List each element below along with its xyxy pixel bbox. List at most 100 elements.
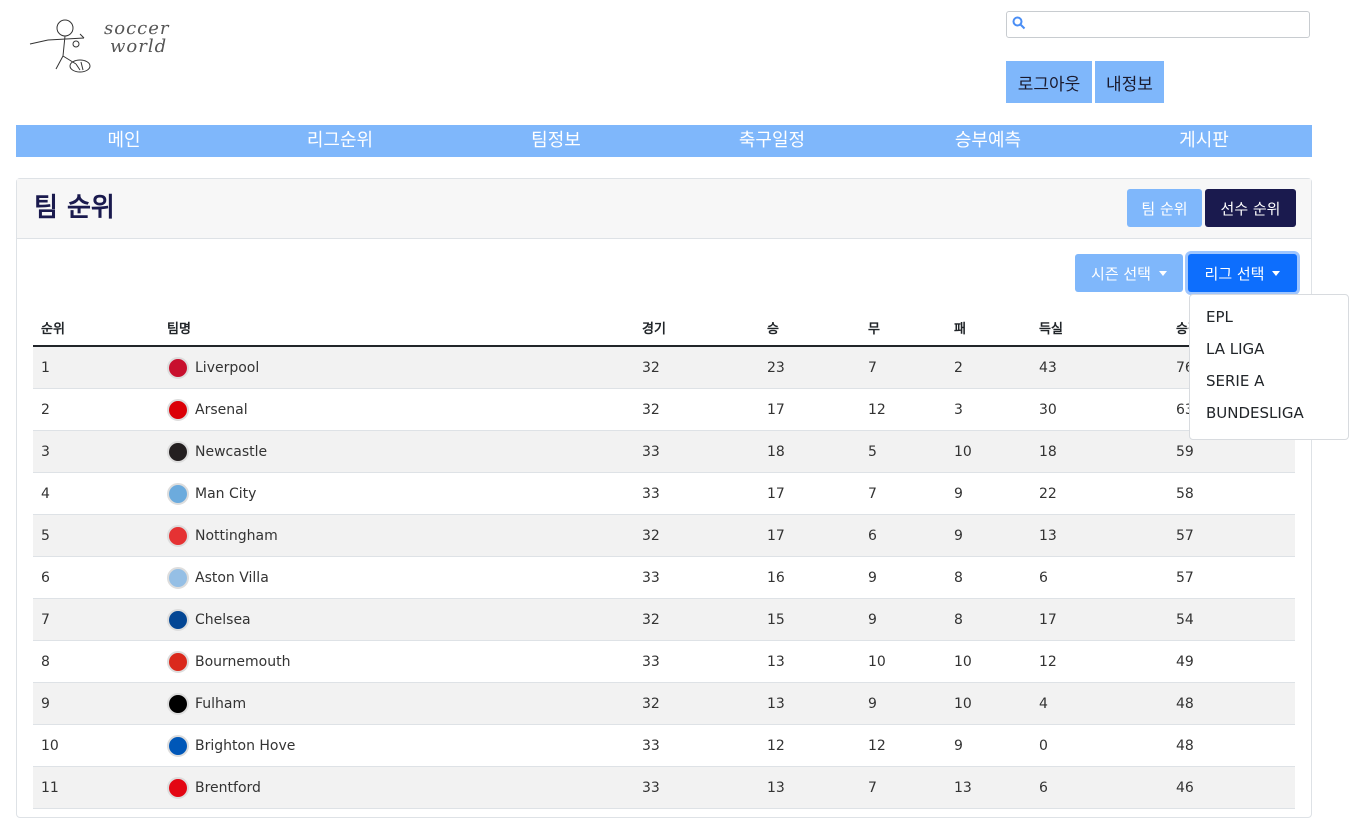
team-crest-icon (167, 482, 189, 505)
ranking-card: 팀 순위 팀 순위 선수 순위 시즌 선택 리그 선택 순위 팀명 경기 승 무… (16, 178, 1312, 818)
team-name[interactable]: Fulham (195, 696, 246, 712)
cell-lost: 2 (946, 346, 1031, 389)
team-name[interactable]: Chelsea (195, 612, 251, 628)
cell-played: 33 (634, 724, 759, 767)
table-row[interactable]: 8 Bournemouth 33 13 10 10 12 49 (33, 640, 1295, 683)
table-row[interactable]: 10 Brighton Hove 33 12 12 9 0 48 (33, 724, 1295, 767)
team-crest-icon (167, 650, 189, 673)
cell-played: 33 (634, 430, 759, 473)
cell-pts: 48 (1168, 682, 1295, 725)
cell-gd: 0 (1031, 724, 1168, 767)
cell-pts: 57 (1168, 556, 1295, 599)
table-row[interactable]: 6 Aston Villa 33 16 9 8 6 57 (33, 556, 1295, 599)
search-input[interactable] (1029, 14, 1303, 36)
nav-item-schedule[interactable]: 축구일정 (664, 125, 880, 157)
cell-gd: 18 (1031, 430, 1168, 473)
league-select-dropdown[interactable]: 리그 선택 (1188, 254, 1297, 292)
team-crest-icon (167, 608, 189, 631)
team-name[interactable]: Arsenal (195, 402, 248, 418)
cell-drawn: 9 (860, 598, 946, 641)
league-option-bundesliga[interactable]: BUNDESLIGA (1190, 397, 1348, 429)
table-row[interactable]: 11 Brentford 33 13 7 13 6 46 (33, 766, 1295, 809)
table-header-row: 순위 팀명 경기 승 무 패 득실 승점 (33, 309, 1295, 347)
cell-gd: 17 (1031, 598, 1168, 641)
team-cell: Fulham (159, 682, 634, 725)
cell-gd: 30 (1031, 388, 1168, 431)
league-option-epl[interactable]: EPL (1190, 301, 1348, 333)
cell-won: 18 (759, 430, 860, 473)
column-header-team: 팀명 (159, 309, 634, 347)
cell-rank: 3 (33, 430, 159, 473)
league-dropdown-menu: EPL LA LIGA SERIE A BUNDESLIGA (1189, 294, 1349, 440)
season-select-label: 시즌 선택 (1091, 264, 1151, 283)
column-header-rank: 순위 (33, 309, 159, 347)
cell-lost: 8 (946, 598, 1031, 641)
team-name[interactable]: Aston Villa (195, 570, 269, 586)
caret-down-icon (1272, 270, 1281, 276)
table-row[interactable]: 5 Nottingham 32 17 6 9 13 57 (33, 514, 1295, 557)
team-name[interactable]: Man City (195, 486, 256, 502)
main-nav: 메인 리그순위 팀정보 축구일정 승부예측 게시판 (16, 125, 1312, 157)
team-name[interactable]: Brighton Hove (195, 738, 295, 754)
cell-pts: 48 (1168, 724, 1295, 767)
cell-lost: 9 (946, 724, 1031, 767)
cell-pts: 46 (1168, 766, 1295, 809)
table-row[interactable]: 7 Chelsea 32 15 9 8 17 54 (33, 598, 1295, 641)
table-row[interactable]: 1 Liverpool 32 23 7 2 43 76 (33, 346, 1295, 389)
cell-drawn: 12 (860, 724, 946, 767)
team-cell: Aston Villa (159, 556, 634, 599)
table-row[interactable]: 2 Arsenal 32 17 12 3 30 63 (33, 388, 1295, 431)
team-cell: Bournemouth (159, 640, 634, 683)
cell-won: 17 (759, 514, 860, 557)
player-rank-button[interactable]: 선수 순위 (1205, 189, 1296, 227)
cell-won: 16 (759, 556, 860, 599)
cell-drawn: 10 (860, 640, 946, 683)
column-header-won: 승 (759, 309, 860, 347)
search-box[interactable] (1006, 11, 1310, 38)
cell-lost: 3 (946, 388, 1031, 431)
cell-gd: 6 (1031, 766, 1168, 809)
nav-item-prediction[interactable]: 승부예측 (880, 125, 1096, 157)
cell-won: 23 (759, 346, 860, 389)
cell-pts: 58 (1168, 472, 1295, 515)
season-select-dropdown[interactable]: 시즌 선택 (1075, 254, 1183, 292)
team-name[interactable]: Newcastle (195, 444, 267, 460)
site-logo[interactable]: soccer world (18, 14, 203, 76)
search-icon (1012, 15, 1026, 30)
nav-item-main[interactable]: 메인 (16, 125, 232, 157)
logout-button[interactable]: 로그아웃 (1006, 61, 1092, 103)
team-crest-icon (167, 692, 189, 715)
card-header: 팀 순위 팀 순위 선수 순위 (17, 179, 1311, 239)
my-info-button[interactable]: 내정보 (1095, 61, 1164, 103)
cell-lost: 10 (946, 430, 1031, 473)
team-crest-icon (167, 776, 189, 799)
team-cell: Nottingham (159, 514, 634, 557)
column-header-played: 경기 (634, 309, 759, 347)
standings-table: 순위 팀명 경기 승 무 패 득실 승점 1 Liverpool 32 23 7 2 43 7… (33, 309, 1295, 809)
team-name[interactable]: Brentford (195, 780, 261, 796)
league-select-label: 리그 선택 (1204, 264, 1265, 283)
cell-won: 17 (759, 388, 860, 431)
league-option-serie-a[interactable]: SERIE A (1190, 365, 1348, 397)
cell-played: 32 (634, 514, 759, 557)
nav-item-team-info[interactable]: 팀정보 (448, 125, 664, 157)
cell-rank: 9 (33, 682, 159, 725)
cell-played: 32 (634, 598, 759, 641)
team-crest-icon (167, 398, 189, 421)
cell-drawn: 7 (860, 346, 946, 389)
nav-item-league-ranking[interactable]: 리그순위 (232, 125, 448, 157)
caret-down-icon (1158, 270, 1167, 276)
column-header-lost: 패 (946, 309, 1031, 347)
table-row[interactable]: 4 Man City 33 17 7 9 22 58 (33, 472, 1295, 515)
team-rank-button[interactable]: 팀 순위 (1127, 189, 1202, 227)
league-option-la-liga[interactable]: LA LIGA (1190, 333, 1348, 365)
team-name[interactable]: Liverpool (195, 360, 259, 376)
table-row[interactable]: 9 Fulham 32 13 9 10 4 48 (33, 682, 1295, 725)
cell-rank: 7 (33, 598, 159, 641)
cell-lost: 8 (946, 556, 1031, 599)
table-row[interactable]: 3 Newcastle 33 18 5 10 18 59 (33, 430, 1295, 473)
team-name[interactable]: Nottingham (195, 528, 278, 544)
nav-item-board[interactable]: 게시판 (1096, 125, 1312, 157)
team-cell: Liverpool (159, 346, 634, 389)
team-name[interactable]: Bournemouth (195, 654, 290, 670)
